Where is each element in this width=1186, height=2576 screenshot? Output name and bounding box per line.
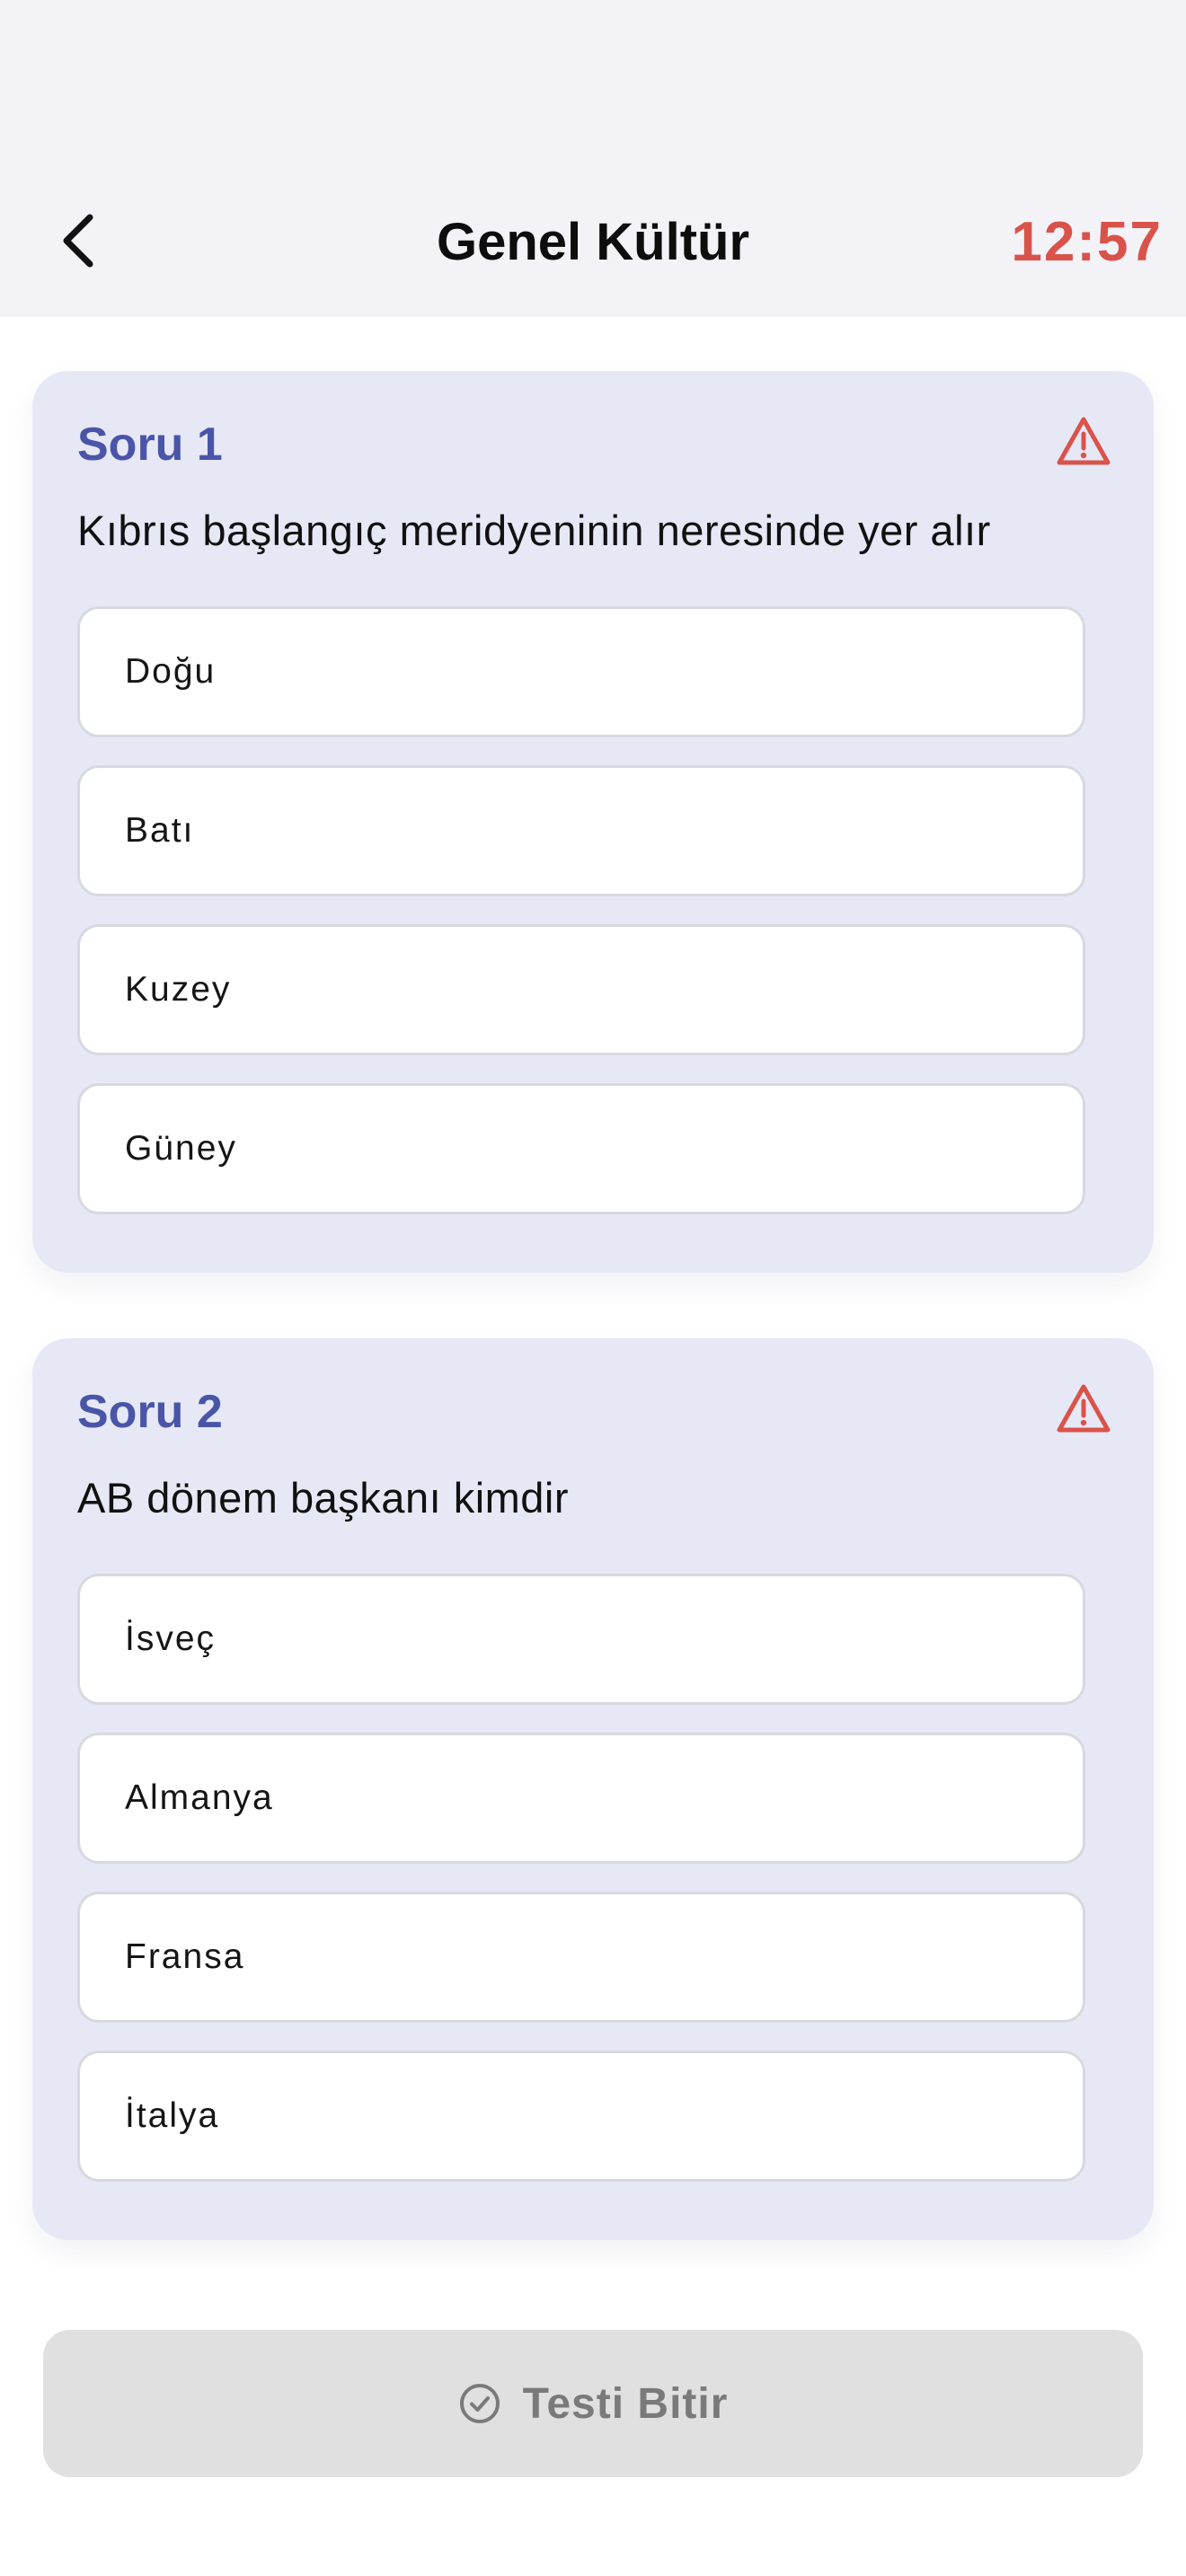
warning-triangle-icon[interactable] bbox=[1055, 414, 1112, 468]
check-circle-icon bbox=[459, 2384, 500, 2423]
answer-option[interactable]: Güney bbox=[77, 1083, 1085, 1214]
answer-option[interactable]: Batı bbox=[77, 765, 1085, 896]
question-number: Soru 2 bbox=[77, 1386, 223, 1438]
question-text: AB dönem başkanı kimdir bbox=[77, 1474, 570, 1522]
page-title: Genel Kültür bbox=[436, 213, 750, 271]
back-button[interactable] bbox=[43, 205, 115, 277]
answer-option[interactable]: Doğu bbox=[77, 606, 1085, 737]
finish-button-label: Testi Bitir bbox=[522, 2379, 729, 2428]
countdown-timer: 12:57 bbox=[1011, 211, 1163, 273]
answer-option[interactable]: Almanya bbox=[77, 1733, 1085, 1864]
finish-test-button[interactable]: Testi Bitir bbox=[43, 2330, 1143, 2477]
answer-option[interactable]: İtalya bbox=[77, 2051, 1085, 2182]
answer-option[interactable]: İsveç bbox=[77, 1574, 1085, 1705]
question-number: Soru 1 bbox=[77, 419, 223, 471]
warning-triangle-icon[interactable] bbox=[1055, 1381, 1112, 1435]
answer-option[interactable]: Fransa bbox=[77, 1892, 1085, 2023]
chevron-left-icon bbox=[63, 214, 93, 268]
question-text: Kıbrıs başlangıç meridyeninin neresinde … bbox=[77, 507, 991, 554]
answer-option[interactable]: Kuzey bbox=[77, 924, 1085, 1055]
top-navigation-bar: Genel Kültür 12:57 bbox=[0, 0, 1186, 317]
question-card: Soru 2 AB dönem başkanı kimdir İsveç Alm… bbox=[32, 1338, 1154, 2240]
question-card: Soru 1 Kıbrıs başlangıç meridyeninin ner… bbox=[32, 371, 1154, 1273]
